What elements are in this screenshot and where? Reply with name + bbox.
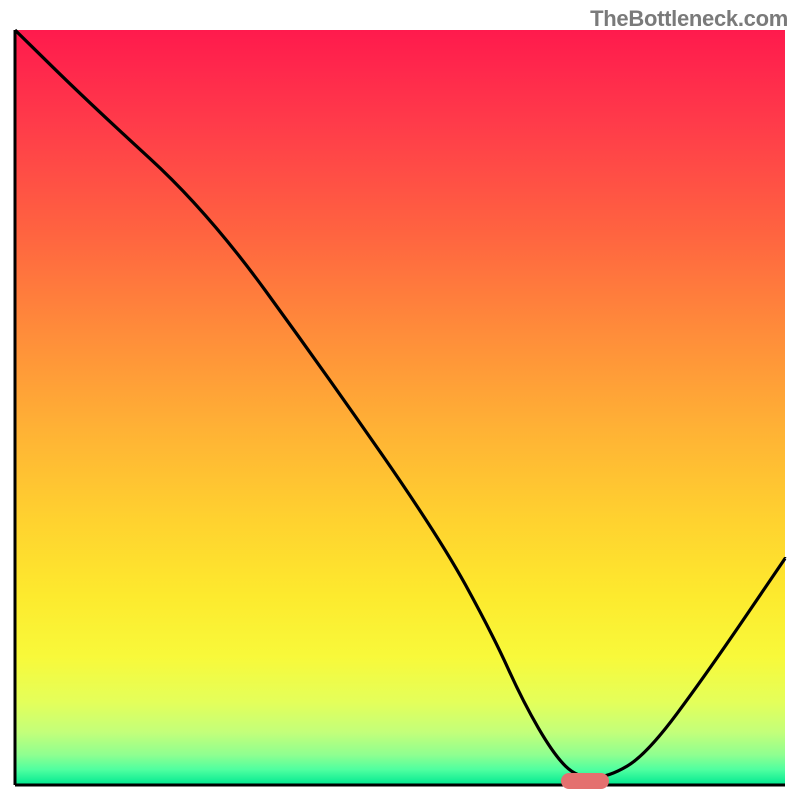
optimal-marker (561, 773, 609, 789)
chart-svg (0, 0, 800, 800)
bottleneck-curve (15, 30, 785, 778)
chart-container: TheBottleneck.com (0, 0, 800, 800)
watermark-text: TheBottleneck.com (590, 6, 788, 32)
